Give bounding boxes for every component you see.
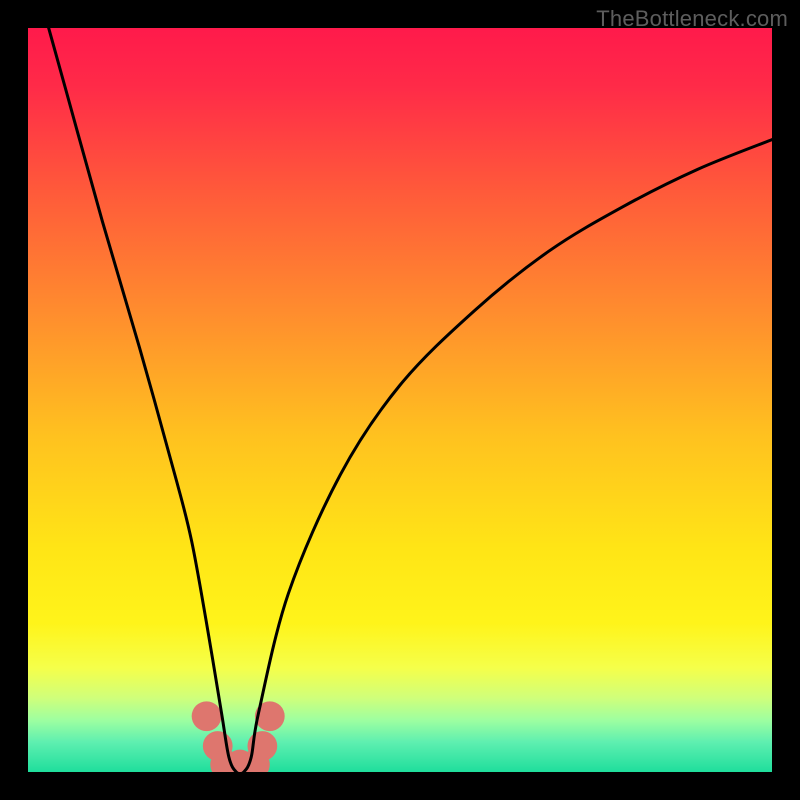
- curve-layer: [28, 28, 772, 772]
- plot-area: [28, 28, 772, 772]
- bump-1: [192, 701, 222, 731]
- chart-frame: TheBottleneck.com: [0, 0, 800, 800]
- markers-group: [192, 701, 285, 772]
- bottleneck-curve: [28, 28, 772, 772]
- watermark-text: TheBottleneck.com: [596, 6, 788, 32]
